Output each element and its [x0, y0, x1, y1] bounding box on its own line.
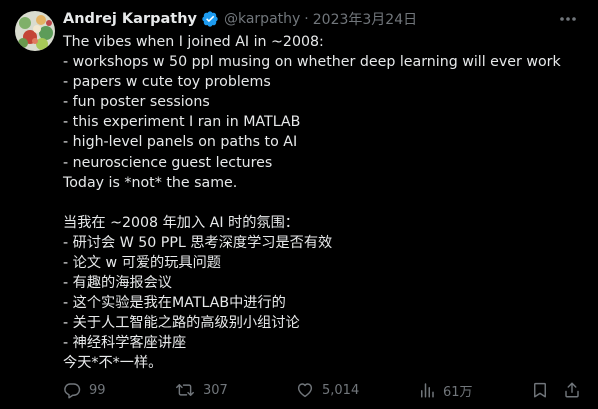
- tweet-line: - workshops w 50 ppl musing on whether d…: [63, 54, 561, 71]
- tweet-line: Today is *not* the same.: [63, 174, 238, 191]
- retweet-icon: [176, 384, 194, 396]
- tweet[interactable]: Andrej Karpathy @karpathy · 2023年3月24日 T…: [0, 0, 598, 409]
- reply-icon: [64, 383, 81, 399]
- tweet-line-zh: - 神经科学客座讲座: [63, 335, 187, 352]
- tweet-line-zh: - 关于人工智能之路的高级别小组讨论: [63, 315, 300, 332]
- heart-icon: [297, 383, 313, 398]
- reply-count: 99: [89, 382, 106, 398]
- tweet-line: The vibes when I joined AI in ~2008:: [63, 34, 324, 50]
- bookmark-icon: [534, 382, 546, 398]
- tweet-line: - this experiment I ran in MATLAB: [63, 114, 301, 131]
- separator-dot: ·: [304, 11, 309, 27]
- bookmark-button[interactable]: [532, 380, 548, 400]
- more-options-icon[interactable]: [558, 11, 578, 27]
- like-count: 5,014: [322, 382, 360, 398]
- tweet-line: - high-level panels on paths to AI: [63, 134, 298, 151]
- tweet-line: - papers w cute toy problems: [63, 74, 271, 91]
- like-button[interactable]: 5,014: [296, 380, 359, 400]
- tweet-line-zh: 当我在 ~2008 年加入 AI 时的氛围：: [63, 214, 299, 231]
- views-chart-icon: [421, 383, 434, 398]
- tweet-text: The vibes when I joined AI in ~2008: - w…: [63, 32, 583, 374]
- tweet-line: - neuroscience guest lectures: [63, 154, 273, 171]
- views-button[interactable]: 61万: [419, 380, 473, 400]
- verified-badge-icon: [201, 10, 219, 28]
- avatar-image: [15, 11, 55, 51]
- tweet-line: - fun poster sessions: [63, 94, 210, 111]
- reply-button[interactable]: 99: [63, 380, 106, 400]
- share-icon: [565, 382, 579, 398]
- tweet-line-zh: 今天*不*一样。: [63, 355, 163, 372]
- share-button[interactable]: [563, 380, 581, 400]
- tweet-line-zh: - 论文 w 可爱的玩具问题: [63, 254, 221, 271]
- retweet-count: 307: [203, 382, 228, 398]
- avatar[interactable]: [15, 11, 55, 51]
- action-bar: 99 307 5,014 61万: [63, 380, 583, 400]
- tweet-line-zh: - 研讨会 W 50 PPL 思考深度学习是否有效: [63, 234, 333, 251]
- author-name[interactable]: Andrej Karpathy: [63, 11, 197, 27]
- views-count: 61万: [443, 384, 473, 400]
- tweet-header: Andrej Karpathy @karpathy · 2023年3月24日: [63, 9, 417, 29]
- tweet-date[interactable]: 2023年3月24日: [313, 9, 417, 29]
- tweet-line-zh: - 这个实验是我在MATLAB中进行的: [63, 295, 286, 312]
- author-handle[interactable]: @karpathy: [224, 11, 300, 27]
- tweet-line-zh: - 有趣的海报会议: [63, 275, 172, 292]
- retweet-button[interactable]: 307: [175, 380, 228, 400]
